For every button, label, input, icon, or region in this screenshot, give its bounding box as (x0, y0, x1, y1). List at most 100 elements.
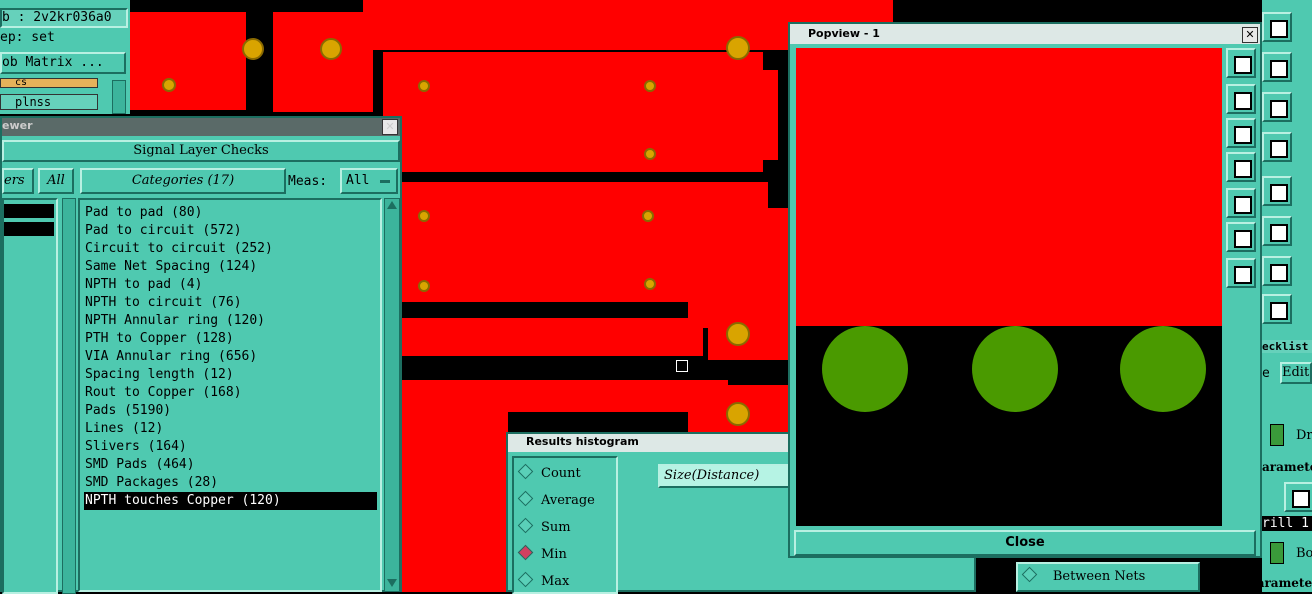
histogram-option-label: Max (541, 574, 570, 589)
zoom-fit-icon[interactable] (1226, 48, 1256, 78)
list-item[interactable] (4, 222, 54, 236)
layer-list-scrollbar[interactable] (62, 198, 76, 594)
category-item[interactable]: Pad to circuit (572) (84, 222, 377, 240)
popview-title: Popview - 1 (808, 27, 880, 40)
drill-field[interactable]: rill 1 (1262, 516, 1312, 531)
pan-left-icon[interactable] (1226, 152, 1256, 182)
viewer-title: ewer (2, 119, 33, 132)
category-item[interactable]: Pads (5190) (84, 402, 377, 420)
layer-list[interactable] (2, 198, 58, 594)
popview-window: Popview - 1 ✕ Close (788, 22, 1262, 558)
histogram-option-label: Average (541, 493, 595, 508)
category-item[interactable]: Same Net Spacing (124) (84, 258, 377, 276)
pcb-pad (418, 210, 430, 222)
meas-value: All (346, 173, 370, 188)
parameters-label: arameter (1262, 460, 1312, 474)
viewer-header: Signal Layer Checks (2, 140, 400, 162)
menu-edit[interactable]: Edit (1280, 362, 1312, 384)
pcb-pad (642, 210, 654, 222)
close-button[interactable]: Close (794, 530, 1256, 556)
green-pad (972, 326, 1058, 412)
list-item[interactable] (4, 204, 54, 218)
tool-icon[interactable] (1262, 256, 1292, 286)
bo-label: Bo (1296, 546, 1312, 561)
menu-e[interactable]: e (1262, 366, 1270, 381)
histogram-option[interactable]: Min (514, 544, 567, 565)
matrix-button[interactable]: ob Matrix ... (0, 52, 126, 74)
pcb-pad (418, 280, 430, 292)
scroll-up-icon[interactable] (387, 201, 397, 209)
category-item[interactable]: SMD Pads (464) (84, 456, 377, 474)
category-item[interactable]: Spacing length (12) (84, 366, 377, 384)
tool-icon[interactable] (1262, 132, 1292, 162)
close-icon[interactable]: ✕ (1242, 27, 1258, 43)
radio-icon (517, 544, 534, 561)
layer-cs[interactable]: cs (0, 78, 98, 88)
copper-area (273, 12, 373, 112)
categories-scrollbar[interactable] (384, 198, 400, 592)
category-item[interactable]: NPTH touches Copper (120) (84, 492, 377, 510)
layer-plnss[interactable]: plnss (0, 94, 98, 110)
topleft-panel: b : 2v2kr036a0 ep: set ob Matrix ... cs … (0, 0, 130, 114)
scroll-down-icon[interactable] (387, 579, 397, 587)
pan-right-icon[interactable] (1226, 188, 1256, 218)
copper-area (708, 290, 788, 360)
dr-label: Dr (1296, 428, 1312, 443)
category-item[interactable]: Rout to Copper (168) (84, 384, 377, 402)
viewer-titlebar[interactable]: ewer ✕ (2, 118, 400, 136)
radio-icon (517, 517, 534, 534)
viewer-window: ewer ✕ Signal Layer Checks ers All Categ… (0, 116, 402, 594)
category-item[interactable]: NPTH Annular ring (120) (84, 312, 377, 330)
histogram-option[interactable]: Max (514, 571, 570, 592)
categories-list[interactable]: Pad to pad (80) Pad to circuit (572) Circu… (78, 198, 382, 592)
popview-canvas[interactable] (796, 48, 1222, 526)
tool-icon[interactable] (1262, 294, 1292, 324)
histogram-option-label: Min (541, 547, 567, 562)
category-item[interactable]: NPTH to pad (4) (84, 276, 377, 294)
layer-scrollbar[interactable] (112, 80, 126, 114)
all-button[interactable]: All (38, 168, 74, 194)
category-item[interactable]: Lines (12) (84, 420, 377, 438)
tool-icon[interactable] (1262, 12, 1292, 42)
category-item[interactable]: PTH to Copper (128) (84, 330, 377, 348)
meas-label: Meas: (288, 174, 328, 189)
tool-icon[interactable] (1262, 52, 1292, 82)
layer-cs-label: cs (15, 77, 28, 88)
histogram-option-label: Sum (541, 520, 571, 535)
meas-select[interactable]: All (340, 168, 398, 194)
close-icon[interactable]: ✕ (382, 119, 398, 135)
pan-up-icon[interactable] (1226, 84, 1256, 114)
between-nets-label: Between Nets (1052, 569, 1146, 584)
category-item[interactable]: VIA Annular ring (656) (84, 348, 377, 366)
step-field[interactable]: ep: set (0, 30, 128, 48)
histogram-option[interactable]: Sum (514, 517, 571, 538)
popview-toolbar (1226, 48, 1258, 300)
copper-area (398, 380, 728, 412)
job-field[interactable]: b : 2v2kr036a0 (0, 8, 128, 28)
params-icon[interactable] (1284, 482, 1312, 512)
category-item[interactable]: Circuit to circuit (252) (84, 240, 377, 258)
popview-titlebar[interactable]: Popview - 1 ✕ (790, 24, 1260, 44)
histogram-option[interactable]: Average (514, 490, 595, 511)
histogram-option[interactable]: Count (514, 463, 581, 484)
size-distance-field[interactable]: Size(Distance) (658, 464, 798, 488)
drill-icon (1270, 424, 1284, 446)
zoom-out-icon[interactable] (1226, 258, 1256, 288)
between-nets-option[interactable]: Between Nets (1016, 562, 1200, 592)
zoom-marker (676, 360, 688, 372)
category-item[interactable]: Pad to pad (80) (84, 204, 377, 222)
category-item[interactable]: SMD Packages (28) (84, 474, 377, 492)
tool-icon[interactable] (1262, 216, 1292, 246)
layers-button[interactable]: ers (2, 168, 34, 194)
zoom-in-icon[interactable] (1226, 222, 1256, 252)
layer-plnss-label: plnss (15, 95, 52, 109)
parameters-bottom: Paramete (1248, 576, 1312, 590)
categories-button[interactable]: Categories (17) (80, 168, 286, 194)
pcb-pad (644, 80, 656, 92)
tool-icon[interactable] (1262, 176, 1292, 206)
radio-icon (1021, 566, 1038, 583)
tool-icon[interactable] (1262, 92, 1292, 122)
category-item[interactable]: NPTH to circuit (76) (84, 294, 377, 312)
pan-down-icon[interactable] (1226, 118, 1256, 148)
category-item[interactable]: Slivers (164) (84, 438, 377, 456)
